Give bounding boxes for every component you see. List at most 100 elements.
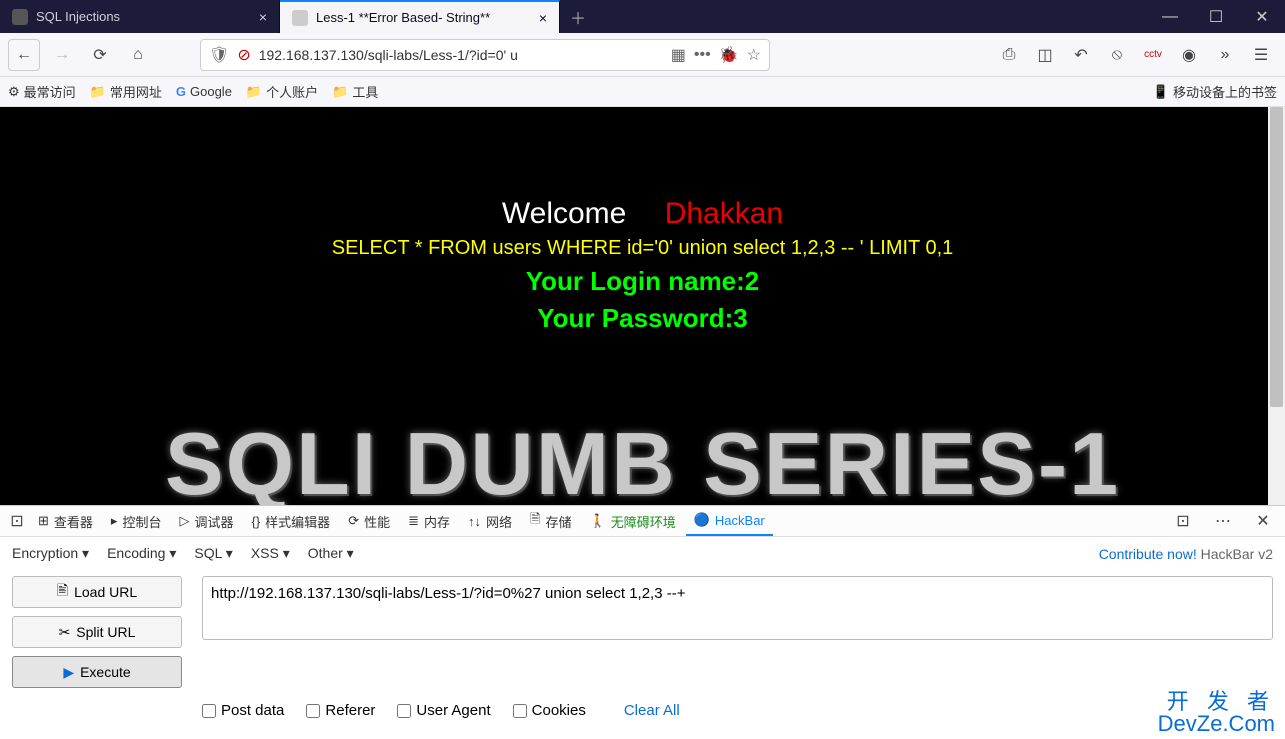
undo-icon[interactable]: ↶: [1065, 39, 1097, 71]
bookmark-label: 移动设备上的书签: [1173, 82, 1277, 101]
password-result: Your Password:3: [0, 303, 1285, 334]
devtools-tab-storage[interactable]: 🗎存储: [522, 506, 579, 536]
insecure-icon[interactable]: ⊘: [237, 45, 250, 65]
browser-tab-inactive[interactable]: SQL Injections ×: [0, 0, 280, 33]
dd-label: Encoding: [107, 545, 165, 561]
execute-button[interactable]: ▶Execute: [12, 656, 182, 688]
checkbox-input[interactable]: [397, 704, 411, 718]
devtools-responsive-icon[interactable]: ⊡: [1167, 505, 1199, 537]
hackbar-dd-other[interactable]: Other ▾: [308, 545, 354, 562]
devtools-tab-hackbar[interactable]: 🔵 HackBar: [686, 506, 773, 536]
scrollbar-thumb[interactable]: [1270, 107, 1283, 407]
checkbox-input[interactable]: [513, 704, 527, 718]
useragent-checkbox[interactable]: User Agent: [397, 702, 490, 719]
load-url-button[interactable]: 🖹Load URL: [12, 576, 182, 608]
overflow-icon[interactable]: »: [1209, 39, 1241, 71]
hackbar-dd-encryption[interactable]: Encryption ▾: [12, 545, 89, 562]
chevron-down-icon: ▾: [226, 545, 233, 561]
devtab-label: 样式编辑器: [265, 512, 330, 531]
devtools-tab-memory[interactable]: ≣内存: [400, 506, 458, 536]
devtools-tab-network[interactable]: ↑↓网络: [460, 506, 520, 536]
page-scrollbar[interactable]: [1268, 107, 1285, 505]
btn-label: Load URL: [74, 584, 137, 600]
window-controls: — ☐ ✕: [1147, 0, 1285, 33]
chevron-down-icon: ▾: [82, 545, 89, 561]
bug-icon[interactable]: 🐞: [719, 45, 739, 65]
reader-icon[interactable]: ▦: [671, 45, 686, 65]
bookmark-item[interactable]: ⚙最常访问: [8, 82, 76, 101]
chevron-down-icon: ▾: [169, 545, 176, 561]
new-tab-button[interactable]: ＋: [560, 0, 596, 33]
checkbox-input[interactable]: [306, 704, 320, 718]
star-icon[interactable]: ☆: [747, 45, 761, 65]
bookmark-label: 最常访问: [24, 82, 76, 101]
contribute-link[interactable]: Contribute now!: [1099, 546, 1197, 562]
reload-button[interactable]: ⟳: [84, 39, 116, 71]
library-icon[interactable]: ⎙: [993, 39, 1025, 71]
tab-title: SQL Injections: [36, 9, 251, 24]
login-name-result: Your Login name:2: [0, 266, 1285, 297]
extension-icon[interactable]: cctv: [1137, 39, 1169, 71]
execute-icon: ▶: [63, 664, 74, 681]
checkbox-input[interactable]: [202, 704, 216, 718]
bookmark-item[interactable]: 📁工具: [332, 82, 378, 101]
gear-icon: ⚙: [8, 84, 20, 100]
devtools-tab-console[interactable]: ▸控制台: [103, 506, 170, 536]
welcome-heading: Welcome Dhakkan: [0, 197, 1285, 231]
bookmark-item[interactable]: 📁个人账户: [246, 82, 318, 101]
back-button[interactable]: ←: [8, 39, 40, 71]
bookmark-item[interactable]: GGoogle: [176, 84, 232, 99]
devtools-tab-debugger[interactable]: ▷调试器: [171, 506, 241, 536]
mobile-icon: 📱: [1153, 84, 1169, 100]
shield-icon[interactable]: 🛡: [209, 45, 229, 65]
devtools-tab-style[interactable]: {}样式编辑器: [243, 506, 338, 536]
account-icon[interactable]: ◉: [1173, 39, 1205, 71]
noscript-icon[interactable]: ⦸: [1101, 39, 1133, 71]
devtools-more-icon[interactable]: ⋯: [1207, 505, 1239, 537]
referer-checkbox[interactable]: Referer: [306, 702, 375, 719]
devtools-tab-perf[interactable]: ⟳性能: [340, 506, 398, 536]
hackbar-url-input[interactable]: [202, 576, 1273, 640]
watermark: 开 发 者 DevZe.Com: [1158, 691, 1275, 735]
devtab-label: 性能: [364, 512, 390, 531]
browser-tab-active[interactable]: Less-1 **Error Based- String** ×: [280, 0, 560, 33]
url-bar[interactable]: 🛡 ⊘ 192.168.137.130/sqli-labs/Less-1/?id…: [200, 39, 770, 71]
bookmark-item[interactable]: 📁常用网址: [90, 82, 162, 101]
devtools-close-button[interactable]: ✕: [1247, 505, 1279, 537]
bookmark-label: Google: [190, 84, 232, 99]
hackbar-dd-encoding[interactable]: Encoding ▾: [107, 545, 176, 562]
hackbar-dd-sql[interactable]: SQL ▾: [194, 545, 232, 562]
maximize-button[interactable]: ☐: [1193, 0, 1239, 33]
close-window-button[interactable]: ✕: [1239, 0, 1285, 33]
forward-button[interactable]: →: [46, 39, 78, 71]
postdata-checkbox[interactable]: Post data: [202, 702, 284, 719]
close-icon[interactable]: ×: [539, 10, 547, 26]
dd-label: Encryption: [12, 545, 78, 561]
hackbar-dd-xss[interactable]: XSS ▾: [251, 545, 290, 562]
tab-title: Less-1 **Error Based- String**: [316, 10, 531, 25]
sidebar-icon[interactable]: ◫: [1029, 39, 1061, 71]
bookmark-mobile[interactable]: 📱移动设备上的书签: [1153, 82, 1277, 101]
devtab-label: HackBar: [715, 513, 765, 528]
devtools-tab-a11y[interactable]: 🚶无障碍环境: [582, 506, 684, 536]
check-label: Referer: [325, 702, 375, 719]
devtools-dock-icon[interactable]: ⊡: [6, 505, 28, 537]
storage-icon: 🗎: [530, 510, 540, 532]
watermark-line2: DevZe.Com: [1158, 713, 1275, 735]
hackbar-icon: 🔵: [694, 512, 710, 528]
home-button[interactable]: ⌂: [122, 39, 154, 71]
split-icon: ✂: [59, 624, 71, 641]
cookies-checkbox[interactable]: Cookies: [513, 702, 586, 719]
split-url-button[interactable]: ✂Split URL: [12, 616, 182, 648]
devtab-label: 无障碍环境: [611, 512, 676, 531]
chevron-down-icon: ▾: [347, 545, 354, 561]
close-icon[interactable]: ×: [259, 9, 267, 25]
clear-all-link[interactable]: Clear All: [624, 702, 680, 719]
minimize-button[interactable]: —: [1147, 0, 1193, 33]
hackbar-panel: Encryption ▾ Encoding ▾ SQL ▾ XSS ▾ Othe…: [0, 537, 1285, 737]
menu-button[interactable]: ☰: [1245, 39, 1277, 71]
dd-label: SQL: [194, 545, 222, 561]
bookmark-label: 个人账户: [266, 82, 318, 101]
devtools-tab-inspector[interactable]: ⊞查看器: [30, 506, 101, 536]
page-actions-icon[interactable]: •••: [694, 46, 711, 64]
